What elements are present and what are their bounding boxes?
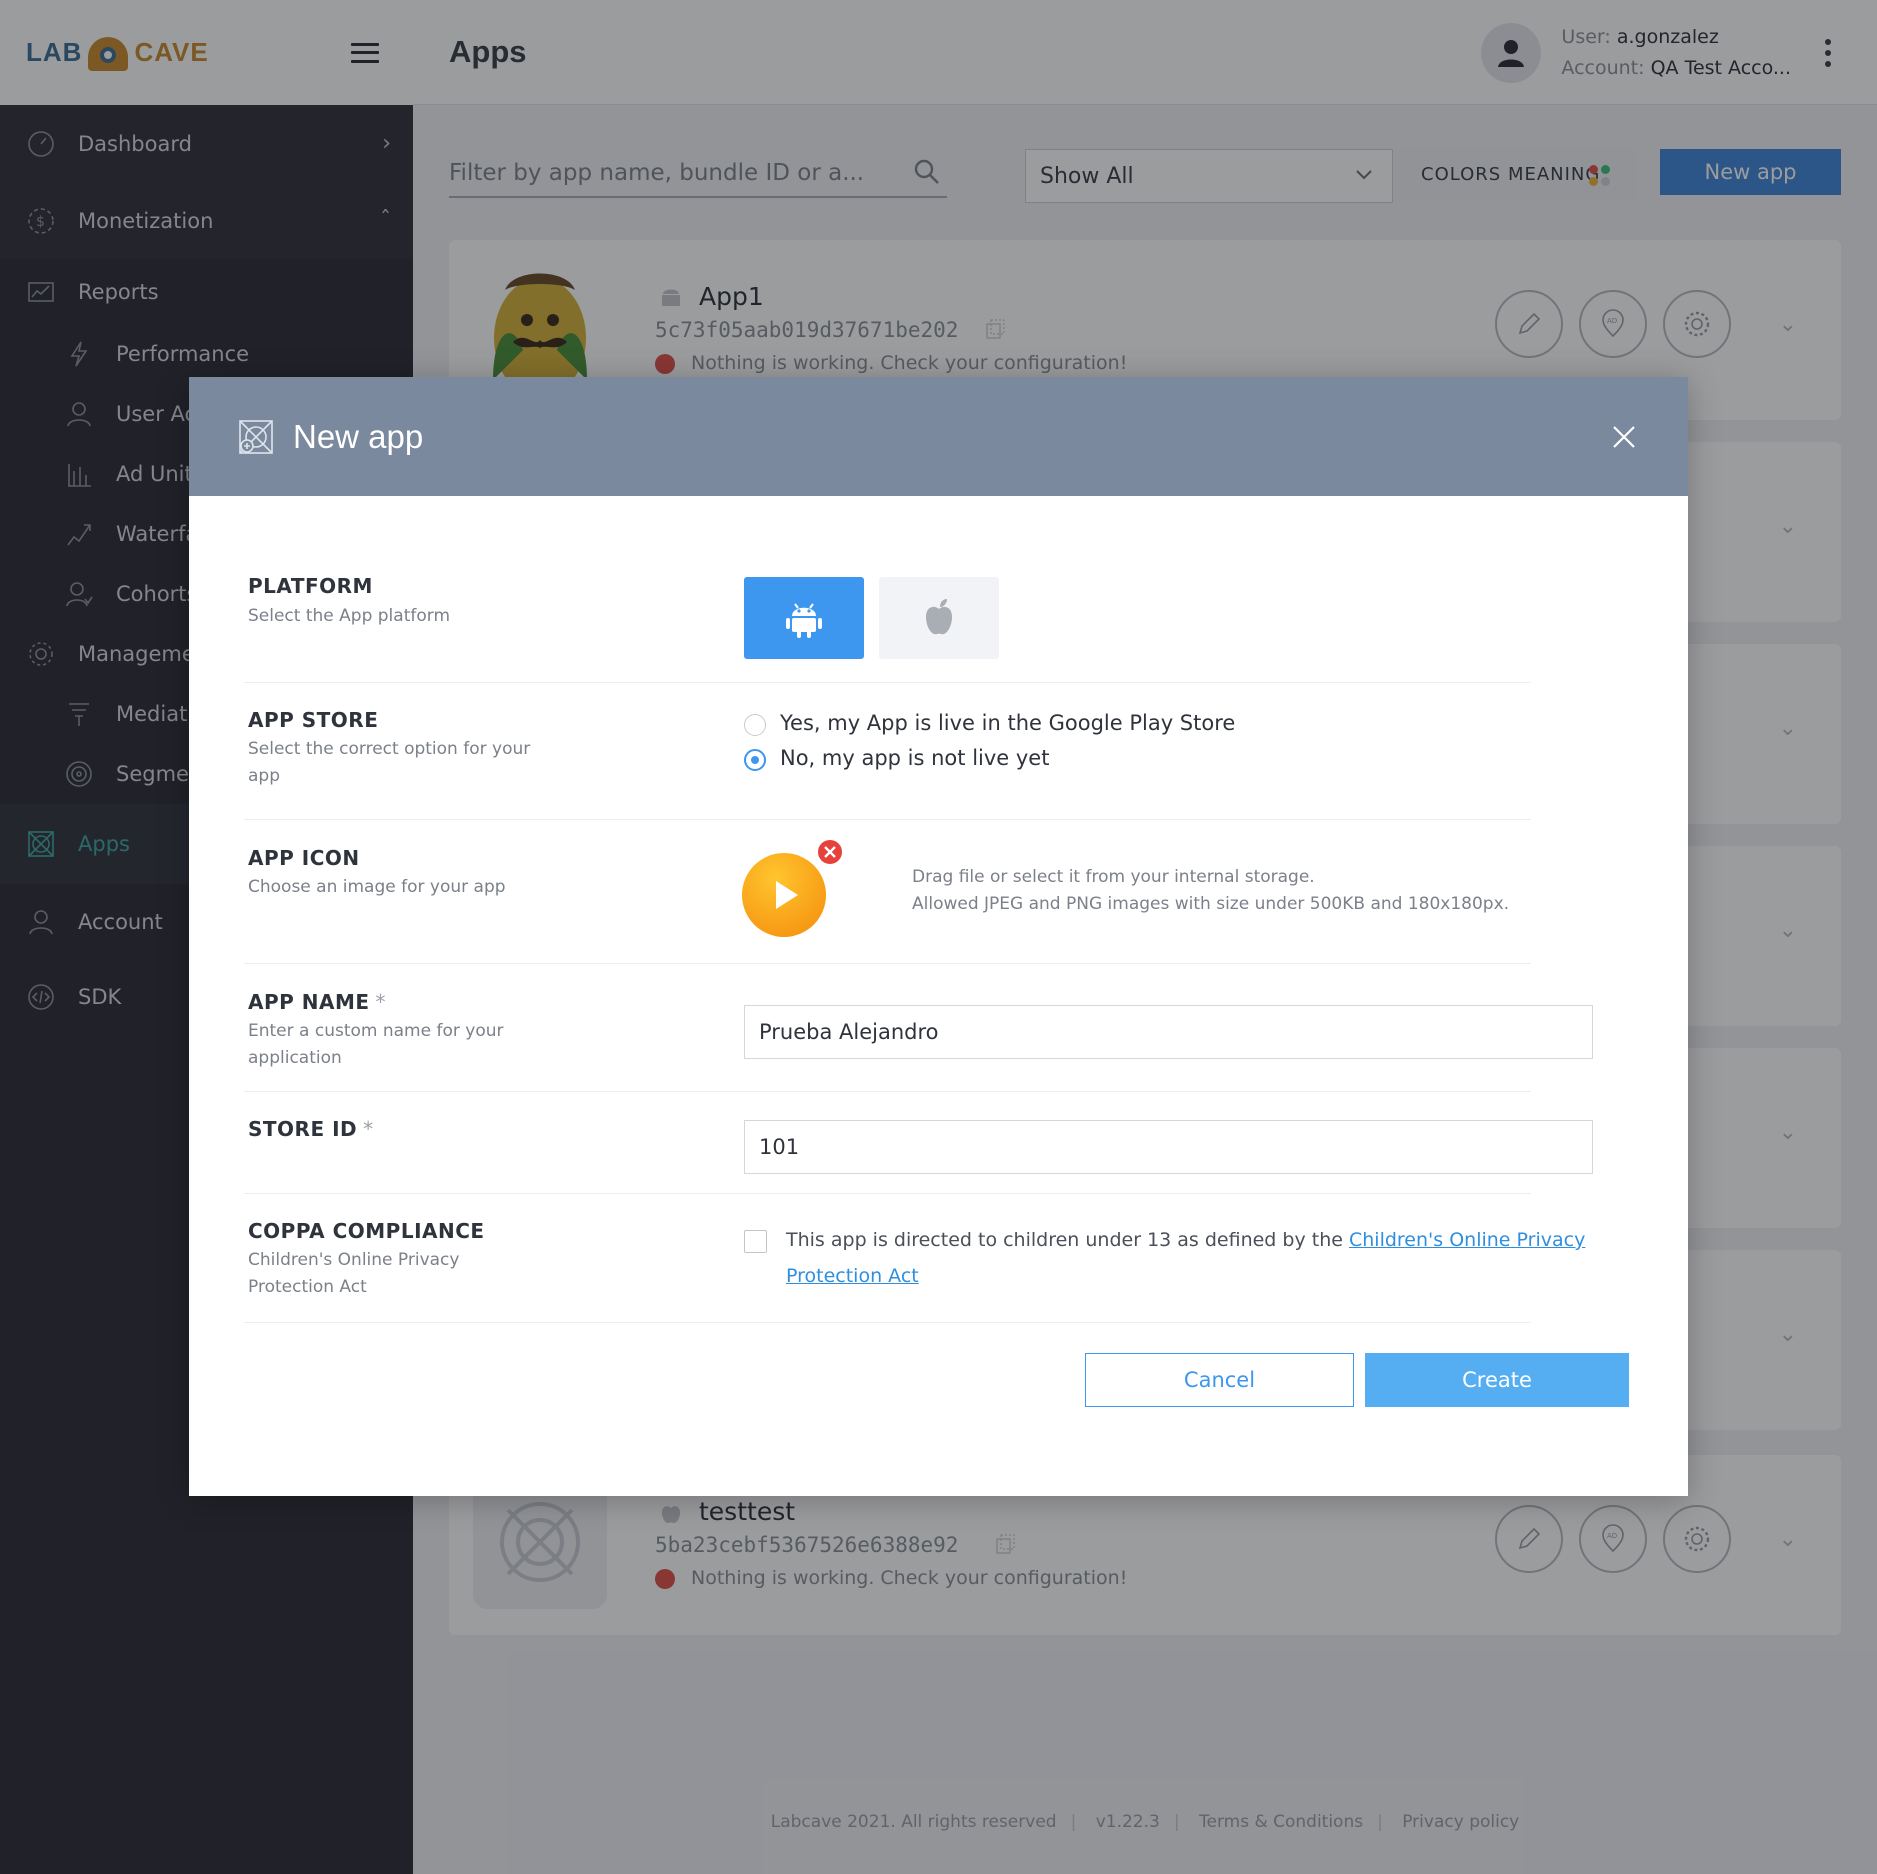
- platform-label: PLATFORM: [248, 574, 373, 598]
- coppa-text: This app is directed to children under 1…: [786, 1222, 1586, 1294]
- apps-icon: [239, 419, 273, 454]
- android-icon: [786, 603, 822, 638]
- play-icon: [776, 881, 798, 909]
- upload-hint[interactable]: Drag file or select it from your interna…: [912, 864, 1509, 918]
- store-live-radio[interactable]: [744, 714, 766, 736]
- app-icon-label: APP ICON: [248, 846, 360, 870]
- platform-row: PLATFORM Select the App platform: [244, 496, 1531, 683]
- coppa-label: COPPA COMPLIANCE: [248, 1219, 485, 1243]
- app-name-label: APP NAME *: [248, 990, 386, 1014]
- ios-platform-button[interactable]: [879, 577, 999, 659]
- app-name-input[interactable]: Prueba Alejandro: [744, 1005, 1593, 1059]
- modal-header: New app: [189, 377, 1688, 496]
- create-button[interactable]: Create: [1365, 1353, 1629, 1407]
- app-store-row: APP STORE Select the correct option for …: [244, 683, 1531, 820]
- app-icon-preview[interactable]: [742, 853, 826, 937]
- close-icon: [824, 846, 836, 858]
- store-not-live-label[interactable]: No, my app is not live yet: [780, 746, 1049, 770]
- store-live-label[interactable]: Yes, my App is live in the Google Play S…: [780, 711, 1235, 735]
- coppa-checkbox[interactable]: [744, 1230, 767, 1253]
- upload-hint-line1: Drag file or select it from your interna…: [912, 867, 1315, 887]
- app-store-desc: Select the correct option for your app: [248, 739, 531, 786]
- coppa-row: COPPA COMPLIANCE Children's Online Priva…: [244, 1194, 1585, 1323]
- store-not-live-radio[interactable]: [744, 749, 766, 771]
- app-name-row: APP NAME * Enter a custom name for your a…: [244, 964, 1593, 1092]
- store-id-row: STORE ID * 101: [244, 1092, 1593, 1194]
- required-mark: *: [363, 1117, 374, 1141]
- app-icon-desc: Choose an image for your app: [248, 877, 506, 897]
- store-id-input[interactable]: 101: [744, 1120, 1593, 1174]
- app-name-desc: Enter a custom name for your application: [248, 1021, 504, 1068]
- apple-icon: [926, 599, 952, 635]
- platform-desc: Select the App platform: [248, 606, 450, 626]
- required-mark: *: [375, 990, 387, 1014]
- remove-icon-button[interactable]: [816, 838, 844, 866]
- app-name-label-text: APP NAME: [248, 990, 370, 1014]
- close-icon[interactable]: [1610, 423, 1638, 451]
- cancel-button[interactable]: Cancel: [1085, 1353, 1354, 1407]
- store-id-label: STORE ID *: [248, 1117, 374, 1141]
- coppa-statement: This app is directed to children under 1…: [786, 1229, 1349, 1251]
- app-store-label: APP STORE: [248, 708, 379, 732]
- store-id-label-text: STORE ID: [248, 1117, 358, 1141]
- upload-hint-line2: Allowed JPEG and PNG images with size un…: [912, 894, 1510, 914]
- android-platform-button[interactable]: [744, 577, 864, 659]
- coppa-desc: Children's Online Privacy Protection Act: [248, 1250, 460, 1297]
- app-icon-row: APP ICON Choose an image for your app Dr…: [244, 820, 1531, 964]
- modal-title: New app: [293, 417, 424, 455]
- new-app-modal: New app PLATFORM Select the App platform…: [189, 377, 1688, 1496]
